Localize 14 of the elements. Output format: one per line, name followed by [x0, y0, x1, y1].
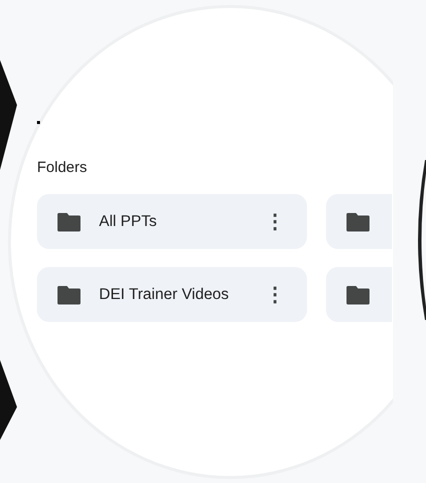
folder-name: DEI Trainer Videos [99, 286, 230, 304]
folder-card[interactable] [326, 194, 392, 249]
dot-mark [37, 121, 40, 124]
folder-card[interactable]: DEI Trainer Videos ⋮ [37, 267, 307, 322]
more-options-button[interactable]: ⋮ [261, 284, 289, 304]
folder-card[interactable] [326, 267, 392, 322]
more-options-button[interactable]: ⋮ [261, 212, 289, 232]
folder-name: All PPTs [99, 212, 158, 230]
folder-icon [57, 284, 81, 304]
folder-icon [57, 212, 81, 232]
folder-card[interactable]: All PPTs ⋮ [37, 194, 307, 249]
folder-icon [346, 284, 370, 304]
section-title: Folders [37, 159, 88, 176]
folder-icon [346, 212, 370, 232]
